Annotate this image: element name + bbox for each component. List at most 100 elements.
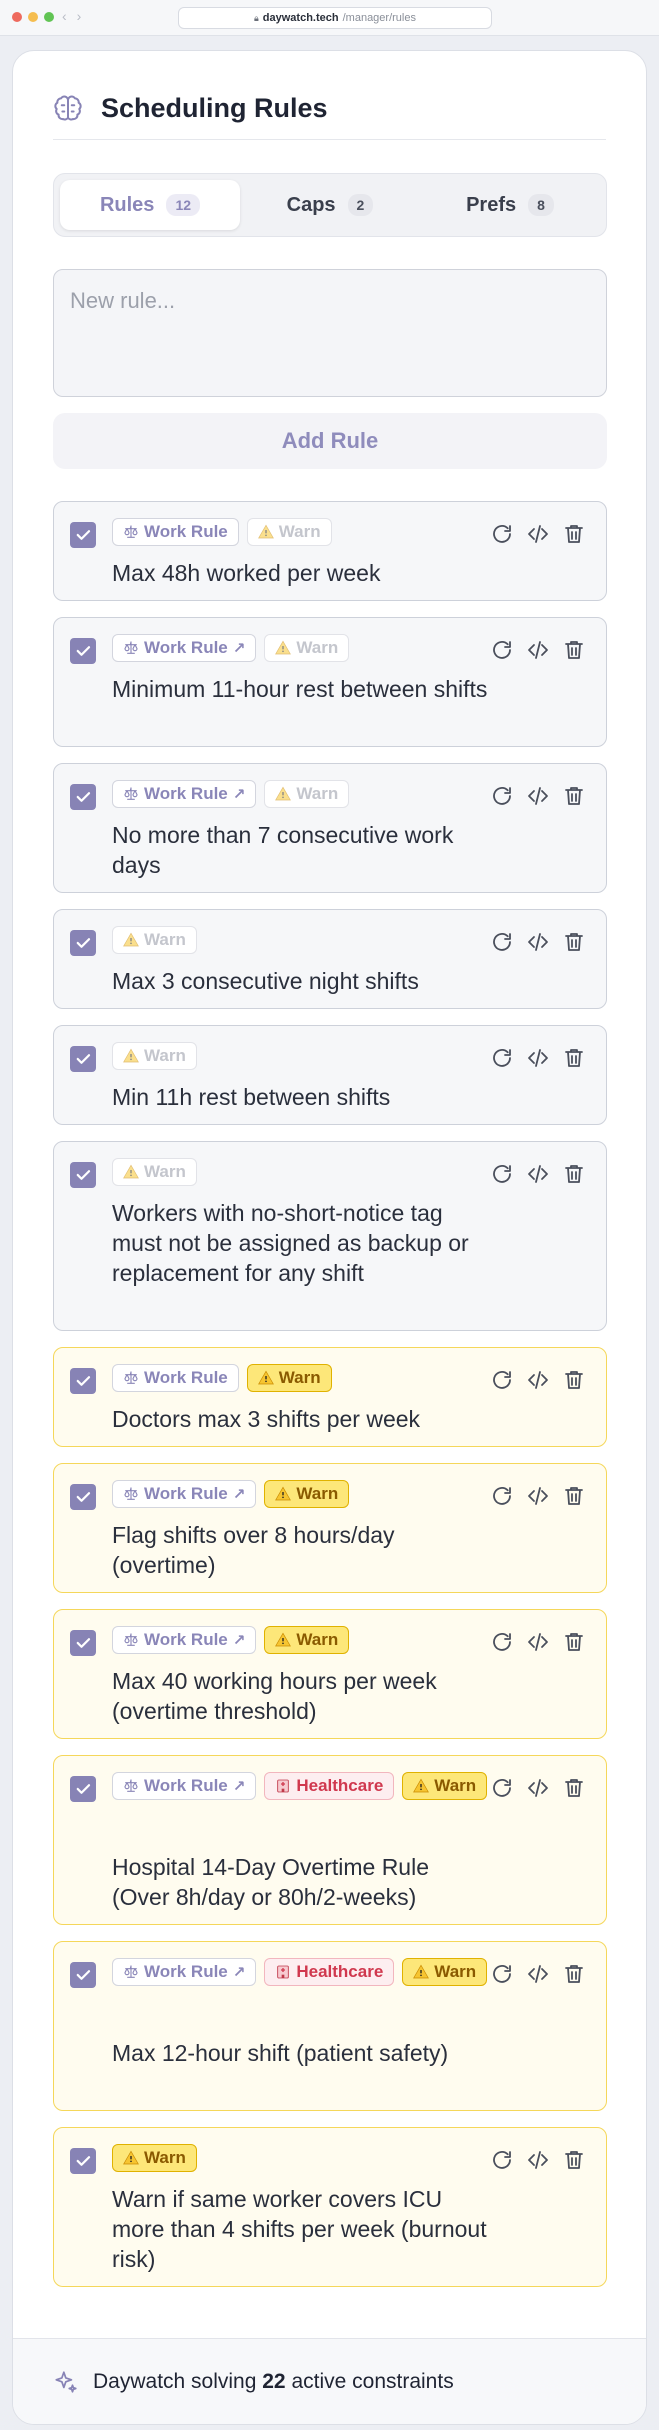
tag-label: Healthcare <box>296 1776 384 1795</box>
trash-icon[interactable] <box>562 1484 586 1508</box>
refresh-icon[interactable] <box>490 1776 514 1800</box>
refresh-icon[interactable] <box>490 522 514 546</box>
rule-card: Warn Warn if same worker covers ICU more … <box>53 2127 607 2287</box>
check-icon <box>74 1488 92 1506</box>
refresh-icon[interactable] <box>490 1368 514 1392</box>
work-rule-tag[interactable]: Work Rule <box>112 1364 239 1392</box>
warning-icon <box>257 524 274 540</box>
warn-tag: Warn <box>246 518 332 546</box>
tab-rules[interactable]: Rules 12 <box>60 180 240 230</box>
add-rule-button[interactable]: Add Rule <box>53 413 607 469</box>
rule-checkbox[interactable] <box>70 1368 96 1394</box>
tag-label: Work Rule <box>144 1630 228 1649</box>
work-rule-tag[interactable]: Work Rule <box>112 518 239 546</box>
lock-icon: 🔒︎ <box>254 12 259 23</box>
code-icon[interactable] <box>526 1484 550 1508</box>
tag-label: Warn <box>296 1630 339 1649</box>
address-bar[interactable]: 🔒︎ daywatch.tech /manager/rules <box>178 7 492 29</box>
tab-label: Prefs <box>466 193 517 216</box>
rule-checkbox[interactable] <box>70 1776 96 1802</box>
rule-checkbox[interactable] <box>70 930 96 956</box>
trash-icon[interactable] <box>562 1368 586 1392</box>
work-rule-tag[interactable]: Work Rule ↗ <box>112 1480 257 1508</box>
close-window-button[interactable] <box>12 12 22 22</box>
warn-tag: Warn <box>264 1626 350 1654</box>
tag-label: Warn <box>144 1046 186 1065</box>
check-icon <box>74 642 92 660</box>
rule-checkbox[interactable] <box>70 522 96 548</box>
refresh-icon[interactable] <box>490 930 514 954</box>
trash-icon[interactable] <box>562 1162 586 1186</box>
tag-label: Warn <box>144 930 186 949</box>
work-rule-tag[interactable]: Work Rule ↗ <box>112 634 257 662</box>
rule-checkbox[interactable] <box>70 1484 96 1510</box>
forward-icon[interactable]: › <box>77 8 82 24</box>
check-icon <box>74 788 92 806</box>
url-domain: daywatch.tech <box>262 12 339 24</box>
code-icon[interactable] <box>526 2148 550 2172</box>
tab-label: Rules <box>99 193 155 216</box>
refresh-icon[interactable] <box>490 2148 514 2172</box>
code-icon[interactable] <box>526 1046 550 1070</box>
tag-label: Work Rule <box>144 522 228 541</box>
code-icon[interactable] <box>526 522 550 546</box>
trash-icon[interactable] <box>562 2148 586 2172</box>
refresh-icon[interactable] <box>490 1046 514 1070</box>
tab-caps[interactable]: Caps 2 <box>240 180 420 230</box>
maximize-window-button[interactable] <box>44 12 54 22</box>
tag-label: Warn <box>278 1368 321 1387</box>
work-rule-tag[interactable]: Work Rule ↗ <box>112 1772 257 1800</box>
refresh-icon[interactable] <box>490 1484 514 1508</box>
code-icon[interactable] <box>526 930 550 954</box>
refresh-icon[interactable] <box>490 638 514 662</box>
trash-icon[interactable] <box>562 930 586 954</box>
code-icon[interactable] <box>526 1162 550 1186</box>
rule-checkbox[interactable] <box>70 1630 96 1656</box>
work-rule-tag[interactable]: Work Rule ↗ <box>112 780 257 808</box>
new-rule-input[interactable]: New rule... <box>53 269 607 397</box>
refresh-icon[interactable] <box>490 1630 514 1654</box>
trash-icon[interactable] <box>562 522 586 546</box>
page-title: Scheduling Rules <box>101 93 328 123</box>
back-icon[interactable]: ‹ <box>62 8 67 24</box>
code-icon[interactable] <box>526 1776 550 1800</box>
minimize-window-button[interactable] <box>28 12 38 22</box>
panel-header: Scheduling Rules <box>53 93 328 124</box>
external-link-icon: ↗ <box>232 1778 246 1795</box>
rule-checkbox[interactable] <box>70 1046 96 1072</box>
trash-icon[interactable] <box>562 1630 586 1654</box>
code-icon[interactable] <box>526 1368 550 1392</box>
rule-checkbox[interactable] <box>70 1162 96 1188</box>
trash-icon[interactable] <box>562 1046 586 1070</box>
rule-checkbox[interactable] <box>70 638 96 664</box>
trash-icon[interactable] <box>562 638 586 662</box>
work-rule-tag[interactable]: Work Rule ↗ <box>112 1958 257 1986</box>
external-link-icon: ↗ <box>232 640 246 657</box>
rule-actions <box>490 1368 586 1392</box>
refresh-icon[interactable] <box>490 784 514 808</box>
trash-icon[interactable] <box>562 1962 586 1986</box>
brain-icon <box>54 95 82 120</box>
rule-checkbox[interactable] <box>70 1962 96 1988</box>
warn-tag: Warn <box>112 1158 197 1186</box>
rule-tags: Warn <box>112 1042 492 1070</box>
status-suffix: active constraints <box>291 2370 454 2393</box>
work-rule-tag[interactable]: Work Rule ↗ <box>112 1626 257 1654</box>
refresh-icon[interactable] <box>490 1962 514 1986</box>
code-icon[interactable] <box>526 638 550 662</box>
rule-tags: Work Rule ↗ Warn <box>112 1480 492 1508</box>
rule-checkbox[interactable] <box>70 784 96 810</box>
rule-actions <box>490 638 586 662</box>
code-icon[interactable] <box>526 784 550 808</box>
trash-icon[interactable] <box>562 1776 586 1800</box>
trash-icon[interactable] <box>562 784 586 808</box>
tag-label: Work Rule <box>144 784 228 803</box>
rule-checkbox[interactable] <box>70 2148 96 2174</box>
rule-card: Work Rule ↗ Warn Max 40 working hours per w… <box>53 1609 607 1739</box>
refresh-icon[interactable] <box>490 1162 514 1186</box>
warn-tag: Warn <box>246 1364 332 1392</box>
rule-text: Hospital 14-Day Overtime Rule (Over 8h/d… <box>112 1854 430 1910</box>
code-icon[interactable] <box>526 1630 550 1654</box>
code-icon[interactable] <box>526 1962 550 1986</box>
tab-prefs[interactable]: Prefs 8 <box>420 180 600 230</box>
